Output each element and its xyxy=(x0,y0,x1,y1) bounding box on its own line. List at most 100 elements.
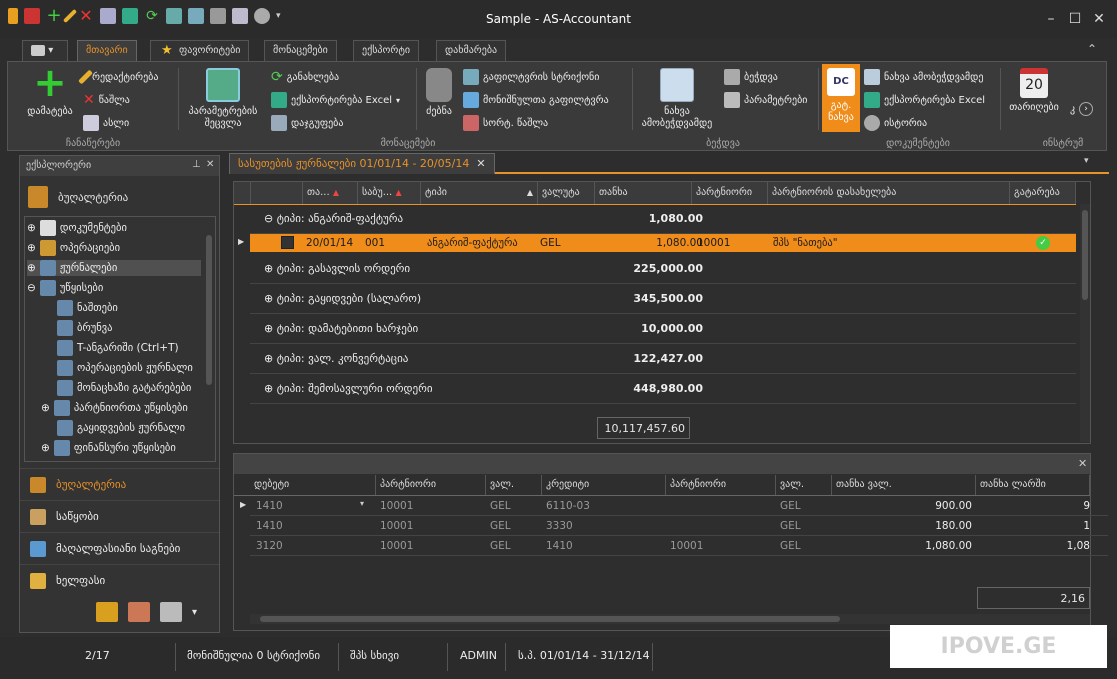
doc-preview-button[interactable]: ნახვა ამობეჭდვამდე xyxy=(864,69,983,85)
col-header-partner[interactable]: პარტნიორი xyxy=(376,475,486,495)
tab-help[interactable]: დახმარება xyxy=(436,40,507,62)
col-header-partner-name[interactable]: პარტნიორის დასახელება xyxy=(768,182,1010,204)
pin-icon[interactable]: ⊥ xyxy=(192,159,201,170)
add-button[interactable]: + დამატება xyxy=(18,63,82,118)
tree-item-operations[interactable]: ⊕ ოპერაციები xyxy=(27,240,120,256)
arrow-right-icon: › xyxy=(1079,102,1094,116)
tab-favorites[interactable]: ★ ფავორიტები xyxy=(150,40,250,62)
tree-item-documents[interactable]: ⊕ დოკუმენტები xyxy=(27,220,127,236)
col-header-currency2[interactable]: ვალ. xyxy=(776,475,832,495)
edit-button[interactable]: რედაქტირება xyxy=(78,69,158,85)
col-header-amount-cur[interactable]: თანხა ვალ. xyxy=(832,475,976,495)
col-header-type[interactable]: ტიპი ▲ xyxy=(421,182,538,204)
scroll-thumb[interactable] xyxy=(1082,210,1088,300)
history-button[interactable]: ისტორია xyxy=(864,115,927,131)
table-row[interactable]: 3120 10001 GEL 1410 10001 GEL 1,080.00 1… xyxy=(250,536,1108,556)
printer-icon xyxy=(724,69,740,85)
col-header-credit[interactable]: კრედიტი xyxy=(542,475,666,495)
chevron-down-icon[interactable]: ▾ xyxy=(192,607,197,618)
tab-data[interactable]: მონაცემები xyxy=(264,40,337,62)
debit-credit-button[interactable]: DC გატ. ნახვა xyxy=(822,64,860,132)
tab-home[interactable]: მთავარი xyxy=(77,40,137,62)
group-row[interactable]: ⊕ ტიპი: ვალ. კონვერტაცია 122,427.00 xyxy=(250,344,1076,374)
group-row[interactable]: ⊕ ტიპი: გასავლის ორდერი 225,000.00 xyxy=(250,254,1076,284)
copy-button[interactable]: ასლი xyxy=(83,115,129,131)
print-button[interactable]: ბეჭდვა xyxy=(724,69,778,85)
explorer-panel: ექსპლორერი ⊥ ✕ ბუღალტერია ⊕ დოკუმენტები ⊕… xyxy=(19,155,220,633)
dropdown-arrow-icon: ▾ xyxy=(396,95,401,105)
close-icon[interactable]: ✕ xyxy=(1088,10,1110,28)
group-row[interactable]: ⊕ ტიპი: შემოსავლური ორდერი 448,980.00 xyxy=(250,374,1076,404)
tree-item-financial-statements[interactable]: ⊕ ფინანსური უწყისები xyxy=(41,440,176,456)
tree-item-operations-journal[interactable]: ოპერაციების ჟურნალი xyxy=(57,360,193,376)
tree-item-t-account[interactable]: T-ანგარიში (Ctrl+T) xyxy=(57,340,179,356)
nav-warehouse[interactable]: საწყობი xyxy=(20,500,219,532)
nav-salary[interactable]: ხელფასი xyxy=(20,564,219,596)
close-tab-icon[interactable]: ✕ xyxy=(476,157,485,170)
row-checkbox[interactable] xyxy=(281,236,294,249)
shop-icon[interactable] xyxy=(128,602,150,622)
tree-item-journals[interactable]: ⊕ ჟურნალები xyxy=(27,260,201,276)
maximize-icon[interactable]: ☐ xyxy=(1064,10,1086,28)
expand-circle-icon: ⊕ xyxy=(264,292,274,305)
dropdown-arrow-icon[interactable]: ▾ xyxy=(360,499,364,508)
nav-valuables[interactable]: მაღალფასიანი საგნები xyxy=(20,532,219,564)
group-row[interactable]: ⊖ ტიპი: ანგარიშ-ფაქტურა 1,080.00 xyxy=(250,204,1076,234)
col-header-currency[interactable]: ვალუტა xyxy=(538,182,595,204)
app-menu-button[interactable]: ▾ xyxy=(22,40,68,62)
col-header-posting[interactable]: გატარება xyxy=(1010,182,1076,204)
cell-amount: 1,080.00 xyxy=(656,237,703,249)
col-header-date[interactable]: თა... ▲ xyxy=(303,182,358,204)
filter-row-button[interactable]: გაფილტვრის სტრიქონი xyxy=(463,69,599,85)
doc-export-button[interactable]: ექსპორტირება Excel xyxy=(864,92,985,108)
print-params-button[interactable]: პარამეტრები xyxy=(724,92,807,108)
close-icon[interactable]: ✕ xyxy=(1078,457,1087,470)
group-row[interactable]: ⊕ ტიპი: გაყიდვები (სალარო) 345,500.00 xyxy=(250,284,1076,314)
calculator-icon xyxy=(28,186,48,208)
tab-export[interactable]: ექსპორტი xyxy=(353,40,420,62)
tree-item-turnover[interactable]: ბრუნვა xyxy=(57,320,112,336)
delete-button[interactable]: ✕ წაშლა xyxy=(83,92,130,108)
change-params-button[interactable]: პარამეტრების შეცვლა xyxy=(183,68,263,130)
table-row[interactable]: ▶ 1410 ▾ 10001 GEL 6110-03 GEL 900.00 9 xyxy=(240,496,1108,516)
export-excel-button[interactable]: ექსპორტირება Excel ▾ xyxy=(271,92,400,108)
dates-button[interactable]: 20 თარიღები xyxy=(1004,68,1064,114)
print-preview-button[interactable]: ნახვა ამობეჭდვამდე xyxy=(636,68,718,130)
tools-icon[interactable] xyxy=(160,602,182,622)
tree-item-partner-statements[interactable]: ⊕ პარტნიორთა უწყისები xyxy=(41,400,188,416)
scroll-thumb[interactable] xyxy=(260,616,840,622)
search-button[interactable]: ძებნა xyxy=(420,68,458,118)
selected-row[interactable]: ▶ 20/01/14 001 ანგარიშ-ფაქტურა GEL 1,080… xyxy=(238,234,1076,252)
refresh-button[interactable]: ⟳ განახლება xyxy=(271,69,339,85)
group-tools-label: ინსტრუმ xyxy=(1042,138,1084,149)
marked-filter-button[interactable]: მონიშნულთა გაფილტვრა xyxy=(463,92,609,108)
nav-accounting[interactable]: ბუღალტერია xyxy=(20,468,219,500)
tab-documents-journal[interactable]: სასუთების ჟურნალები 01/01/14 - 20/05/14 … xyxy=(229,153,495,174)
collapse-ribbon-icon[interactable]: ⌃ xyxy=(1087,42,1097,56)
tab-list-icon[interactable]: ▾ xyxy=(1084,156,1089,166)
entries-hscrollbar[interactable] xyxy=(250,614,1090,624)
minimize-icon[interactable]: – xyxy=(1040,10,1062,28)
close-icon[interactable]: ✕ xyxy=(206,159,214,170)
refresh-icon: ⟳ xyxy=(271,69,283,85)
col-header-partner[interactable]: პარტნიორი xyxy=(692,182,768,204)
col-header-currency[interactable]: ვალ. xyxy=(486,475,542,495)
table-row[interactable]: 1410 10001 GEL 3330 GEL 180.00 1 xyxy=(250,516,1108,536)
col-header-partner2[interactable]: პარტნიორი xyxy=(666,475,776,495)
tree-scrollbar[interactable] xyxy=(206,235,212,385)
col-header-amount-gel[interactable]: თანხა ლარში xyxy=(976,475,1090,495)
grouping-button[interactable]: დაჯგუფება xyxy=(271,115,343,131)
forklift-icon[interactable] xyxy=(96,602,118,622)
tree-item-statements[interactable]: ⊖ უწყისები xyxy=(27,280,103,296)
col-header-number[interactable]: საბუ... ▲ xyxy=(358,182,421,204)
explorer-section[interactable]: ბუღალტერია xyxy=(28,186,128,208)
tree-item-balances[interactable]: ნაშთები xyxy=(57,300,118,316)
group-row[interactable]: ⊕ ტიპი: დამატებითი ხარჯები 10,000.00 xyxy=(250,314,1076,344)
tree-item-entries[interactable]: მონაცხაზი გატარებები xyxy=(57,380,191,396)
tools-more-button[interactable]: კ › xyxy=(1070,102,1094,116)
grid-vscrollbar[interactable] xyxy=(1080,204,1090,442)
col-header-amount[interactable]: თანხა xyxy=(595,182,692,204)
tree-item-sales-journal[interactable]: გაყიდვების ჟურნალი xyxy=(57,420,185,436)
col-header-debit[interactable]: დებეტი xyxy=(250,475,376,495)
sort-delete-button[interactable]: სორტ. წაშლა xyxy=(463,115,548,131)
